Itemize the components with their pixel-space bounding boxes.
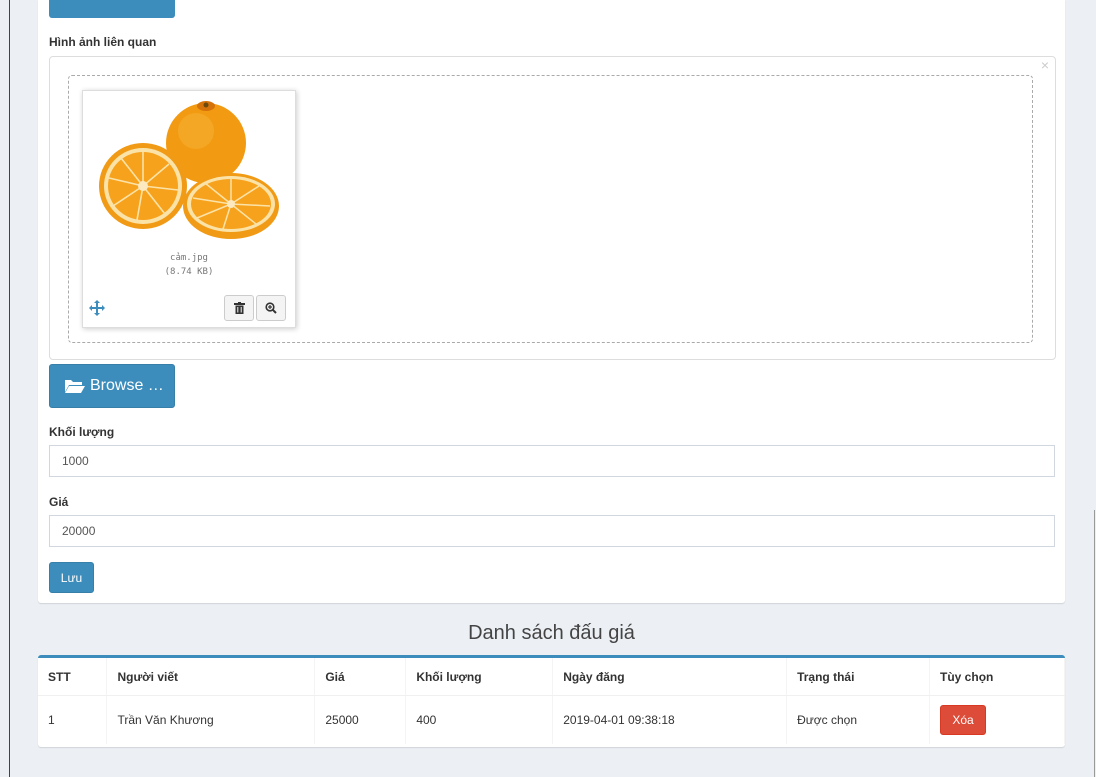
column-header: Trạng thái bbox=[786, 658, 931, 696]
cell-author: Trần Văn Khương bbox=[106, 695, 316, 744]
column-header: Tùy chọn bbox=[929, 658, 1065, 696]
column-header: Người viết bbox=[106, 658, 316, 696]
cell-action: Xóa bbox=[929, 695, 1065, 744]
top-button-partial[interactable] bbox=[49, 0, 175, 18]
auction-table-box: STT Người viết Giá Khối lượng Ngày đăng … bbox=[38, 655, 1065, 747]
price-input[interactable]: 20000 bbox=[49, 515, 1055, 547]
browse-label: Browse … bbox=[90, 377, 164, 394]
images-label: Hình ảnh liên quan bbox=[49, 35, 157, 49]
delete-row-button[interactable]: Xóa bbox=[940, 705, 987, 735]
browse-button[interactable]: Browse … bbox=[49, 364, 175, 408]
delete-file-button[interactable] bbox=[224, 295, 254, 321]
window-edge-right bbox=[1094, 510, 1095, 777]
price-label: Giá bbox=[49, 495, 69, 509]
zoom-file-button[interactable] bbox=[256, 295, 286, 321]
auction-table: STT Người viết Giá Khối lượng Ngày đăng … bbox=[38, 658, 1065, 744]
cell-stt: 1 bbox=[38, 695, 108, 744]
column-header: Ngày đăng bbox=[552, 658, 788, 696]
file-input-preview: × cảm.jpg (8.74 KB) bbox=[49, 56, 1056, 360]
auction-list-title: Danh sách đấu giá bbox=[468, 622, 635, 644]
cell-price: 25000 bbox=[314, 695, 407, 744]
file-name: cảm.jpg bbox=[170, 253, 208, 263]
folder-open-icon bbox=[65, 380, 85, 393]
file-thumbnail: cảm.jpg (8.74 KB) bbox=[82, 90, 296, 328]
column-header: STT bbox=[38, 658, 108, 696]
save-button[interactable]: Lưu bbox=[49, 562, 94, 593]
orange-image bbox=[99, 101, 279, 239]
cell-weight: 400 bbox=[405, 695, 554, 744]
drag-move-icon[interactable] bbox=[89, 300, 105, 316]
window-edge-left bbox=[9, 0, 10, 777]
table-row: 1 Trần Văn Khương 25000 400 2019-04-01 0… bbox=[38, 695, 1065, 744]
weight-label: Khối lượng bbox=[49, 425, 115, 439]
trash-icon bbox=[233, 302, 245, 314]
close-preview-icon[interactable]: × bbox=[1041, 57, 1049, 73]
table-header-row: STT Người viết Giá Khối lượng Ngày đăng … bbox=[38, 658, 1065, 696]
weight-input[interactable]: 1000 bbox=[49, 445, 1055, 477]
zoom-in-icon bbox=[265, 302, 277, 314]
cell-status: Được chọn bbox=[786, 695, 931, 744]
column-header: Giá bbox=[314, 658, 407, 696]
cell-date: 2019-04-01 09:38:18 bbox=[552, 695, 788, 744]
column-header: Khối lượng bbox=[405, 658, 554, 696]
drop-zone[interactable]: cảm.jpg (8.74 KB) bbox=[68, 75, 1033, 343]
file-size: (8.74 KB) bbox=[164, 267, 214, 277]
